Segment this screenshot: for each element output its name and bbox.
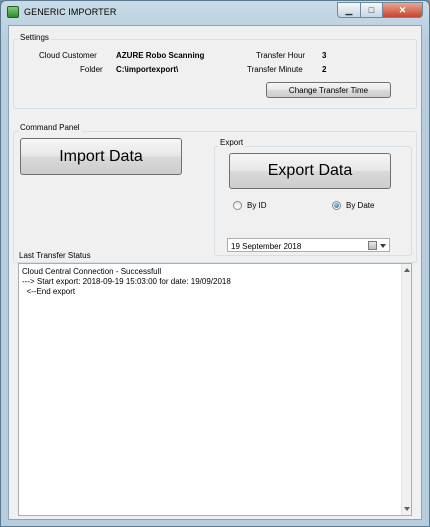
export-data-button[interactable]: Export Data [229, 153, 391, 189]
maximize-icon: □ [368, 5, 375, 15]
change-transfer-time-button[interactable]: Change Transfer Time [266, 82, 391, 98]
close-icon: ✕ [398, 4, 407, 15]
settings-group [13, 39, 417, 109]
folder-value: C:\importexport\ [116, 65, 179, 74]
scroll-up-icon[interactable] [404, 268, 410, 272]
transfer-hour-value: 3 [322, 51, 327, 60]
transfer-minute-value: 2 [322, 65, 327, 74]
chevron-down-icon[interactable] [380, 244, 386, 248]
folder-label: Folder [80, 65, 103, 74]
calendar-icon[interactable] [368, 241, 377, 250]
maximize-button[interactable]: □ [361, 2, 383, 18]
client-area: Settings Cloud Customer AZURE Robo Scann… [8, 25, 422, 520]
date-picker[interactable]: 19 September 2018 [227, 238, 390, 252]
app-icon [7, 6, 19, 18]
settings-group-title: Settings [18, 33, 51, 42]
close-button[interactable]: ✕ [383, 2, 423, 18]
transfer-log[interactable]: Cloud Central Connection - Successfull -… [18, 263, 412, 516]
log-line: Cloud Central Connection - Successfull [22, 267, 162, 276]
app-window: GENERIC IMPORTER ▁ □ ✕ Settings Cloud Cu… [0, 0, 430, 527]
cloud-customer-value: AZURE Robo Scanning [116, 51, 205, 60]
minimize-icon: ▁ [345, 4, 353, 15]
by-id-label[interactable]: By ID [247, 201, 267, 210]
scroll-down-icon[interactable] [404, 507, 410, 511]
by-date-label[interactable]: By Date [346, 201, 374, 210]
import-data-button[interactable]: Import Data [20, 138, 182, 175]
log-line: <--End export [22, 287, 76, 296]
by-date-radio[interactable] [332, 201, 341, 210]
date-picker-value: 19 September 2018 [231, 242, 302, 251]
window-controls: ▁ □ ✕ [337, 2, 423, 18]
export-group-title: Export [218, 138, 246, 147]
log-scrollbar[interactable] [401, 264, 411, 515]
title-bar[interactable]: GENERIC IMPORTER ▁ □ ✕ [1, 1, 429, 25]
transfer-minute-label: Transfer Minute [247, 65, 303, 74]
cloud-customer-label: Cloud Customer [39, 51, 97, 60]
last-transfer-status-label: Last Transfer Status [19, 251, 91, 260]
by-id-radio[interactable] [233, 201, 242, 210]
command-panel-title: Command Panel [18, 123, 82, 132]
minimize-button[interactable]: ▁ [337, 2, 361, 18]
log-line: ---> Start export: 2018-09-19 15:03:00 f… [22, 277, 231, 286]
transfer-hour-label: Transfer Hour [256, 51, 306, 60]
window-title: GENERIC IMPORTER [24, 7, 117, 17]
